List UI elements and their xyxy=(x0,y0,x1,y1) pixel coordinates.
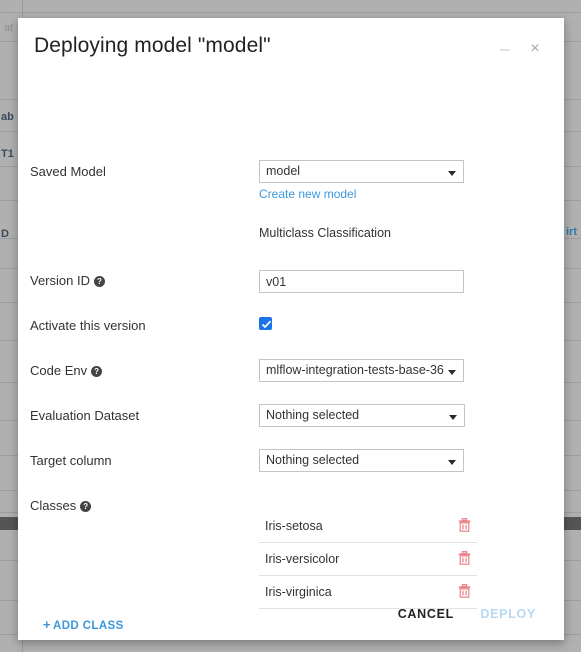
dialog-header: Deploying model "model" – × xyxy=(18,18,564,80)
code-env-select[interactable]: mlflow-integration-tests-base-36 xyxy=(259,359,464,382)
trash-icon[interactable] xyxy=(458,518,474,534)
row-target-column: Target column Nothing selected xyxy=(18,80,564,472)
help-icon[interactable]: ? xyxy=(91,366,103,377)
background-gridline xyxy=(0,12,581,13)
class-name: Iris-setosa xyxy=(265,519,323,533)
cancel-button[interactable]: CANCEL xyxy=(388,602,464,626)
target-column-select[interactable]: Nothing selected xyxy=(259,449,464,472)
classes-label: Classes? xyxy=(30,498,92,513)
background-text-fragment: ab xyxy=(1,111,14,123)
background-text-fragment: at xyxy=(4,22,14,34)
saved-model-value: model xyxy=(266,164,301,178)
version-id-label-text: Version ID xyxy=(30,273,90,288)
background-text-fragment: irt xyxy=(566,226,577,238)
check-icon xyxy=(261,320,272,329)
class-name: Iris-versicolor xyxy=(265,552,340,566)
close-icon[interactable]: × xyxy=(524,38,546,60)
background-text-fragment: T1 xyxy=(1,148,14,160)
class-row: Iris-versicolor xyxy=(259,543,477,576)
chevron-down-icon xyxy=(448,171,456,176)
saved-model-label: Saved Model xyxy=(30,164,106,179)
dialog-title: Deploying model "model" xyxy=(34,34,271,57)
target-column-value: Nothing selected xyxy=(266,453,360,467)
code-env-value: mlflow-integration-tests-base-36 xyxy=(266,363,444,377)
dialog-footer: CANCEL DEPLOY xyxy=(18,592,564,640)
background-text-fragment: D xyxy=(1,228,9,240)
chevron-down-icon xyxy=(448,460,456,465)
activate-version-checkbox[interactable] xyxy=(259,317,272,330)
code-env-label-text: Code Env xyxy=(30,363,88,378)
version-id-input[interactable] xyxy=(259,270,464,293)
classes-label-text: Classes xyxy=(30,498,77,513)
version-id-label: Version ID? xyxy=(30,273,105,288)
prediction-type-text: Multiclass Classification xyxy=(259,226,391,240)
deploy-button: DEPLOY xyxy=(480,607,536,621)
saved-model-select[interactable]: model xyxy=(259,160,464,183)
evaluation-dataset-select[interactable]: Nothing selected xyxy=(259,404,465,427)
code-env-label: Code Env? xyxy=(30,363,103,378)
trash-icon[interactable] xyxy=(458,551,474,567)
evaluation-dataset-label: Evaluation Dataset xyxy=(30,408,140,423)
target-column-label: Target column xyxy=(30,453,112,468)
chevron-down-icon xyxy=(449,415,457,420)
class-row: Iris-setosa xyxy=(259,510,477,543)
evaluation-dataset-value: Nothing selected xyxy=(266,408,360,422)
deploy-model-dialog: Deploying model "model" – × Saved Model … xyxy=(18,18,564,640)
chevron-down-icon xyxy=(448,370,456,375)
create-new-model-link[interactable]: Create new model xyxy=(259,187,356,201)
dialog-body: Saved Model model Create new model Multi… xyxy=(18,80,564,632)
help-icon[interactable]: ? xyxy=(93,276,105,287)
activate-version-label: Activate this version xyxy=(30,318,146,333)
help-icon[interactable]: ? xyxy=(80,501,92,512)
minimize-icon[interactable]: – xyxy=(494,38,516,60)
